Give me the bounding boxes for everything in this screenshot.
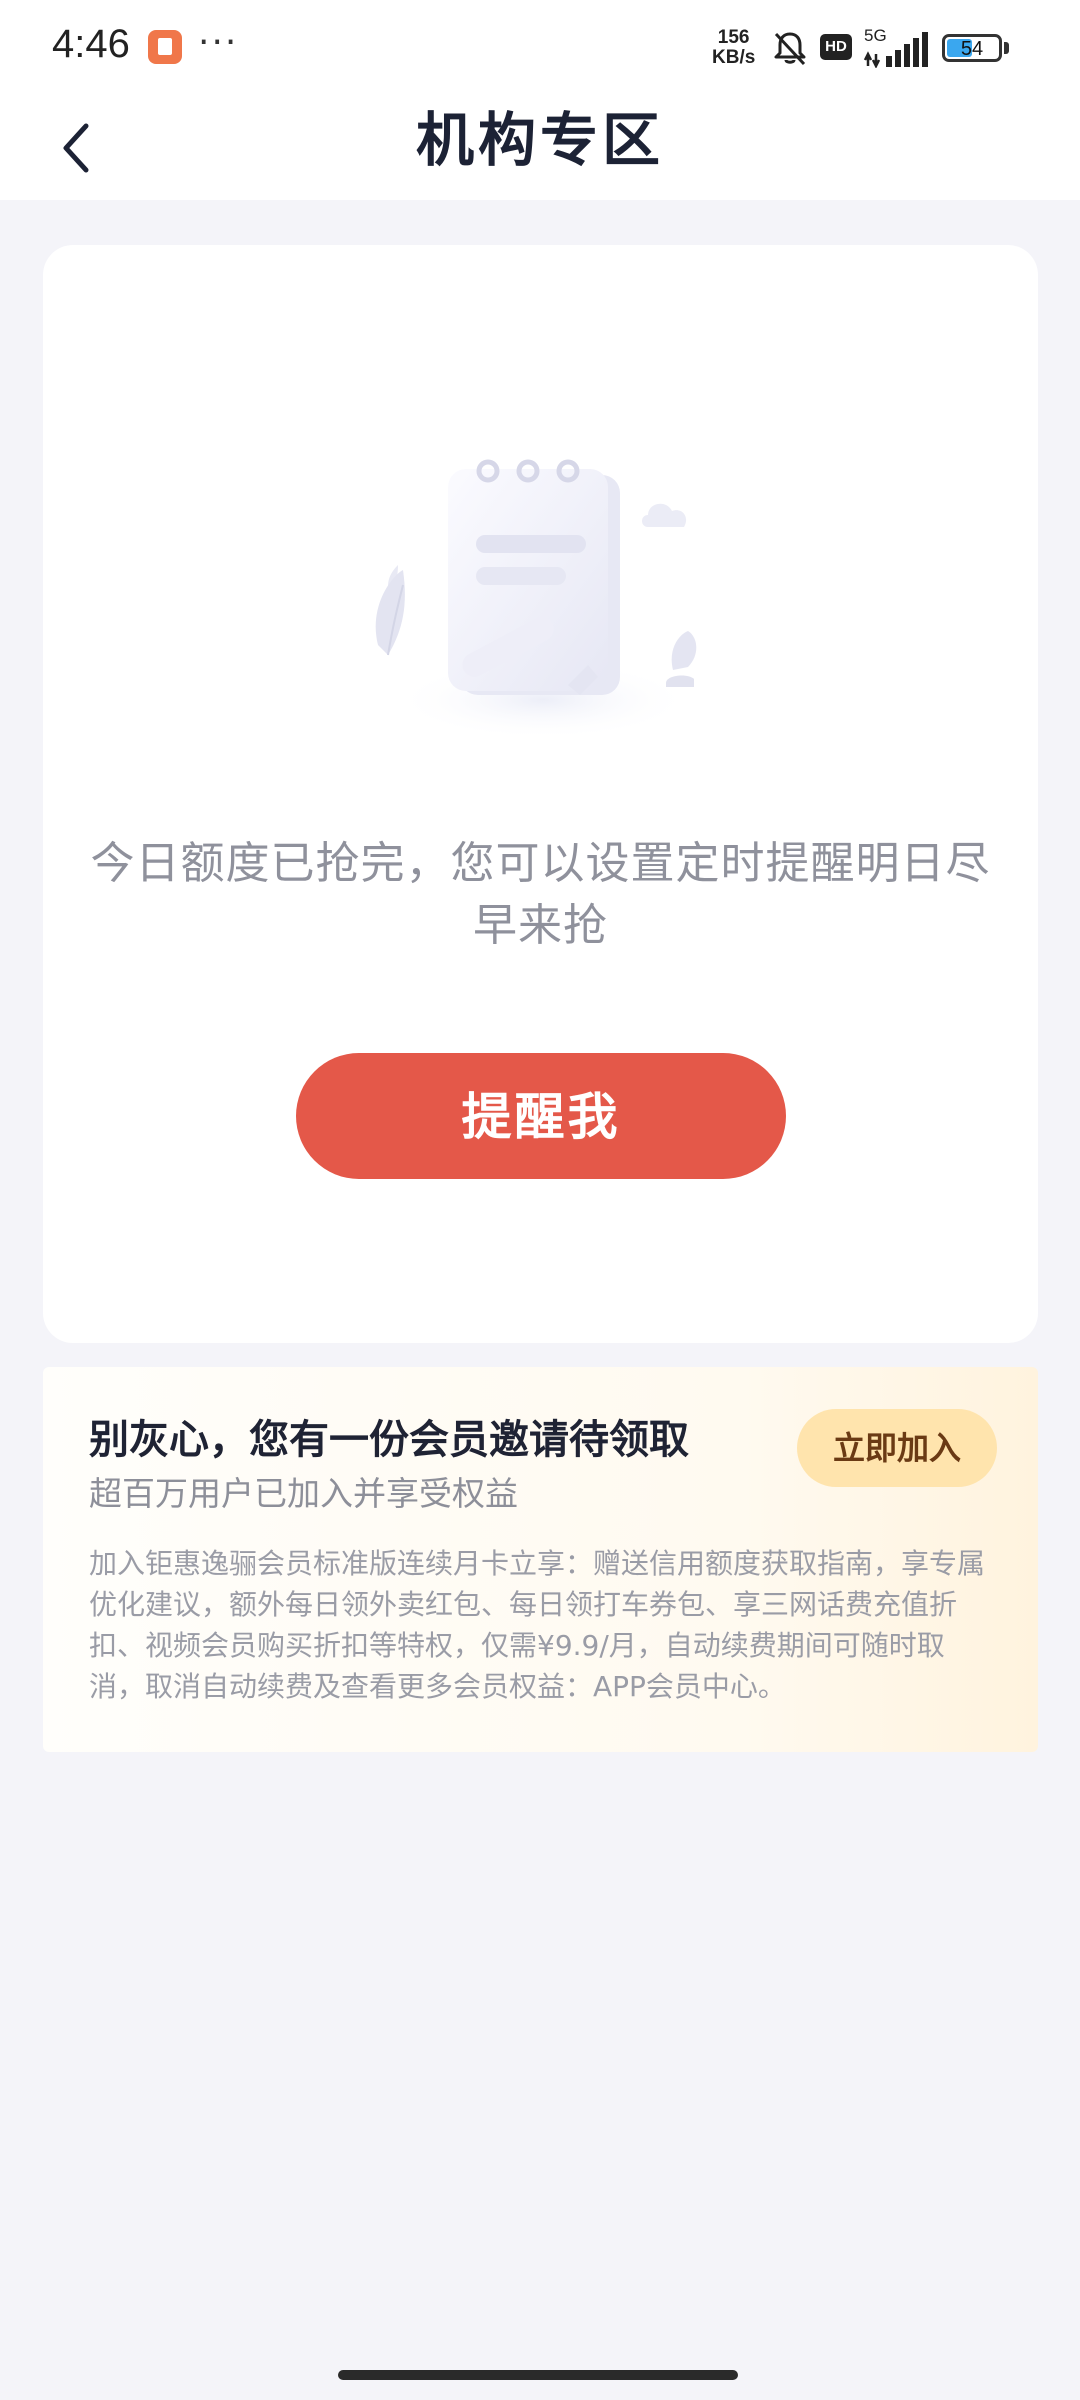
battery-cap: [1004, 42, 1009, 54]
empty-message: 今日额度已抢完，您可以设置定时提醒明日尽早来抢: [90, 838, 991, 951]
chevron-left-icon: [63, 123, 89, 173]
join-now-button[interactable]: 立即加入: [797, 1409, 997, 1487]
empty-notebook-illustration: [375, 459, 697, 740]
network-speed-value: 156: [717, 27, 750, 48]
network-speed: 156 KB/s: [712, 28, 755, 68]
member-invitation-card: 别灰心，您有一份会员邀请待领取 超百万用户已加入并享受权益 立即加入 加入钜惠逸…: [43, 1367, 1038, 1752]
more-notifications-icon: ···: [198, 22, 239, 63]
home-indicator[interactable]: [338, 2370, 738, 2380]
empty-state-card: 今日额度已抢完，您可以设置定时提醒明日尽早来抢 提醒我: [43, 245, 1038, 1343]
status-bar: 4:46 ··· 156 KB/s HD 5G 54: [0, 0, 1080, 96]
app-notification-icon: [148, 30, 182, 64]
battery-level: 54: [960, 38, 984, 60]
signal-icon: [863, 32, 928, 68]
member-invitation-subtitle: 超百万用户已加入并享受权益: [89, 1474, 518, 1513]
battery-icon: 54: [942, 34, 1002, 62]
back-button[interactable]: [42, 114, 110, 182]
hd-badge: HD: [820, 34, 852, 60]
bell-muted-icon: [774, 32, 806, 66]
member-invitation-title: 别灰心，您有一份会员邀请待领取: [89, 1417, 689, 1463]
member-description: 加入钜惠逸骊会员标准版连续月卡立享：赠送信用额度获取指南，享专属优化建议，额外每…: [89, 1547, 986, 1703]
page-title: 机构专区: [415, 106, 664, 174]
network-speed-unit: KB/s: [712, 47, 756, 68]
nav-bar: 机构专区: [0, 96, 1080, 200]
remind-me-button[interactable]: 提醒我: [296, 1053, 786, 1179]
status-time: 4:46: [52, 22, 130, 66]
